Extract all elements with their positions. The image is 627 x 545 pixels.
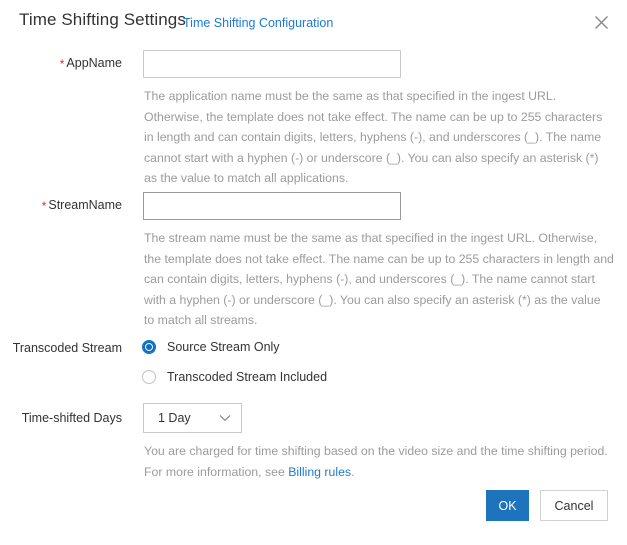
close-button[interactable] (589, 10, 613, 34)
page-title: Time Shifting Settings (19, 10, 186, 29)
appname-help-text: The application name must be the same as… (144, 89, 603, 185)
appname-label: * AppName (0, 56, 122, 71)
streamname-label-text: StreamName (48, 198, 122, 212)
required-marker: * (41, 199, 47, 213)
time-shifting-settings-dialog: Time Shifting Settings Time Shifting Con… (0, 0, 627, 545)
billing-rules-link[interactable]: Billing rules (288, 465, 351, 479)
streamname-help-text: The stream name must be the same as that… (144, 231, 614, 327)
time-shifted-days-label: Time-shifted Days (21, 411, 122, 425)
radio-label-transcoded-stream-included: Transcoded Stream Included (167, 370, 328, 384)
radio-source-stream-only[interactable]: Source Stream Only (142, 340, 280, 354)
chevron-down-icon (219, 412, 231, 424)
cancel-button[interactable]: Cancel (540, 490, 608, 521)
ok-button[interactable]: OK (486, 490, 529, 521)
radio-circle-icon (142, 370, 156, 384)
transcoded-stream-label: Transcoded Stream (12, 341, 122, 355)
time-shifting-configuration-link[interactable]: Time Shifting Configuration (183, 16, 333, 30)
appname-label-text: AppName (66, 56, 122, 70)
streamname-input[interactable] (143, 192, 401, 220)
radio-label-source-stream-only: Source Stream Only (167, 340, 280, 354)
streamname-label: * StreamName (0, 198, 122, 213)
billing-help-prefix: You are charged for time shifting based … (144, 444, 608, 479)
radio-transcoded-stream-included[interactable]: Transcoded Stream Included (142, 370, 327, 384)
time-shifted-days-select[interactable]: 1 Day (143, 403, 242, 433)
required-marker: * (59, 57, 65, 71)
time-shifted-days-help-text: You are charged for time shifting based … (144, 441, 614, 482)
billing-help-suffix: . (351, 464, 355, 479)
dialog-footer: OK Cancel (0, 485, 627, 545)
appname-input[interactable] (143, 50, 401, 78)
close-icon (594, 15, 609, 30)
time-shifted-days-value: 1 Day (158, 411, 191, 425)
dialog-header: Time Shifting Settings Time Shifting Con… (0, 0, 627, 42)
radio-circle-icon (142, 340, 156, 354)
